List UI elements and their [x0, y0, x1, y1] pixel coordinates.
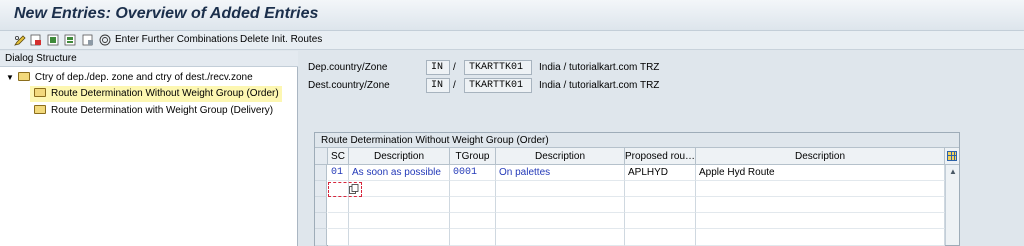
tree-item-label: Route Determination with Weight Group (D…	[51, 105, 274, 116]
combinations-icon[interactable]	[99, 34, 111, 46]
table-cell-route-description[interactable]: Apple Hyd Route	[696, 165, 945, 181]
row-selector[interactable]	[315, 197, 327, 213]
folder-open-icon	[34, 88, 46, 97]
table-vertical-scrollbar[interactable]: ▲	[945, 165, 959, 245]
table-cell-empty[interactable]	[625, 229, 696, 246]
table-cell-empty[interactable]	[450, 197, 496, 213]
row-selector[interactable]	[315, 229, 327, 246]
table-cell-empty[interactable]	[696, 229, 945, 246]
table-cell-sc-description[interactable]: As soon as possible	[349, 165, 450, 181]
table-cell-empty[interactable]	[496, 229, 625, 246]
tree-item-route-without-weight[interactable]: Route Determination Without Weight Group…	[30, 86, 282, 102]
table-cell-sc[interactable]: 01	[328, 165, 349, 181]
column-header-proposed-route[interactable]: Proposed rou…	[625, 148, 696, 165]
column-header-description[interactable]: Description	[349, 148, 450, 165]
folder-icon	[17, 72, 30, 81]
dep-country-field[interactable]: IN	[426, 60, 450, 75]
tree-root-label: Ctry of dep./dep. zone and ctry of dest.…	[34, 72, 253, 83]
table-cell-tgroup-description[interactable]: On palettes	[496, 165, 625, 181]
table-settings-icon	[947, 151, 957, 161]
copy-icon[interactable]	[349, 184, 359, 194]
row-selector[interactable]	[315, 181, 327, 197]
table-cell-empty[interactable]	[328, 229, 349, 246]
column-header-description[interactable]: Description	[696, 148, 945, 165]
table-cell-empty[interactable]	[328, 213, 349, 229]
table-cell-empty[interactable]	[450, 213, 496, 229]
table-cell-empty[interactable]	[349, 229, 450, 246]
separator-slash: /	[453, 62, 456, 73]
table-cell-empty[interactable]	[328, 197, 349, 213]
separator-slash: /	[453, 80, 456, 91]
toolbar: Enter Further Combinations Delete Init. …	[0, 31, 1024, 50]
dest-country-label: Dest.country/Zone	[308, 80, 390, 91]
dialog-structure-header: Dialog Structure	[0, 51, 298, 67]
table-cell-empty[interactable]	[625, 213, 696, 229]
dep-zone-field[interactable]: TKARTTK01	[464, 60, 532, 75]
tree-root[interactable]: ▼ Ctry of dep./dep. zone and ctry of dest…	[6, 70, 253, 86]
row-selector[interactable]	[315, 165, 327, 181]
table-cell-empty[interactable]	[450, 229, 496, 246]
dep-description: India / tutorialkart.com TRZ	[539, 62, 660, 73]
table-cell-empty[interactable]	[349, 213, 450, 229]
table-cell-empty[interactable]	[349, 181, 450, 197]
table-cell-empty[interactable]	[349, 197, 450, 213]
route-determination-table: Route Determination Without Weight Group…	[314, 132, 960, 246]
tree-item-label: Route Determination Without Weight Group…	[51, 88, 279, 99]
table-cell-empty[interactable]	[496, 197, 625, 213]
table-cell-empty[interactable]	[696, 197, 945, 213]
enter-combinations-button[interactable]: Enter Further Combinations	[115, 34, 238, 45]
table-cell-empty[interactable]	[696, 181, 945, 197]
table-cell-empty[interactable]	[625, 181, 696, 197]
column-header-tgroup[interactable]: TGroup	[450, 148, 496, 165]
table-cell-empty[interactable]	[696, 213, 945, 229]
deselect-icon[interactable]	[82, 34, 94, 46]
title-bar: New Entries: Overview of Added Entries	[0, 0, 1024, 31]
dialog-structure-pane: Dialog Structure ▼ Ctry of dep./dep. zone…	[0, 51, 298, 246]
expand-triangle-icon[interactable]: ▼	[6, 73, 14, 82]
table-cell-empty[interactable]	[625, 197, 696, 213]
column-header-description[interactable]: Description	[496, 148, 625, 165]
dep-country-label: Dep.country/Zone	[308, 62, 388, 73]
row-selector-header[interactable]	[315, 148, 328, 165]
delete-routes-button[interactable]: Delete Init. Routes	[240, 34, 322, 45]
folder-icon	[34, 105, 46, 114]
table-cell-empty[interactable]	[496, 181, 625, 197]
table-settings-button[interactable]	[945, 148, 959, 165]
dest-description: India / tutorialkart.com TRZ	[539, 80, 660, 91]
delete-icon[interactable]	[30, 34, 42, 46]
table-cell-empty[interactable]	[450, 181, 496, 197]
table-cell-tgroup[interactable]: 0001	[450, 165, 496, 181]
table-cell-route[interactable]: APLHYD	[625, 165, 696, 181]
page-title: New Entries: Overview of Added Entries	[14, 5, 319, 22]
select-all-icon[interactable]	[47, 34, 59, 46]
row-selector[interactable]	[315, 213, 327, 229]
pencil-glasses-icon[interactable]	[14, 34, 26, 46]
dest-country-field[interactable]: IN	[426, 78, 450, 93]
table-cell-empty[interactable]	[496, 213, 625, 229]
tree-item-route-with-weight[interactable]: Route Determination with Weight Group (D…	[34, 103, 273, 119]
dest-zone-field[interactable]: TKARTTK01	[464, 78, 532, 93]
table-caption: Route Determination Without Weight Group…	[315, 133, 959, 148]
select-block-icon[interactable]	[64, 34, 76, 46]
column-header-sc[interactable]: SC	[328, 148, 349, 165]
scroll-up-icon[interactable]: ▲	[949, 167, 957, 176]
